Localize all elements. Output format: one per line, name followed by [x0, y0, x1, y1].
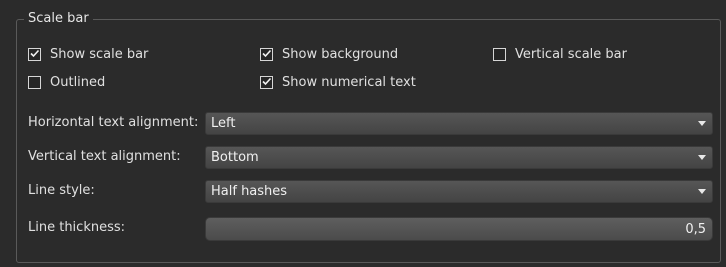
checkbox-box	[260, 75, 273, 89]
vertical-text-alignment-value: Bottom	[211, 150, 259, 165]
line-thickness-spinbox[interactable]: 0,5	[205, 217, 713, 241]
checkmark-icon	[262, 77, 272, 85]
checkmark-icon	[262, 49, 272, 57]
line-thickness-value: 0,5	[685, 222, 706, 237]
chevron-down-icon	[698, 155, 706, 160]
horizontal-text-alignment-dropdown[interactable]: Left	[205, 112, 713, 135]
vertical-text-alignment-label: Vertical text alignment:	[28, 149, 181, 164]
show-background-label: Show background	[282, 46, 399, 62]
checkbox-box	[28, 47, 41, 61]
vertical-text-alignment-dropdown[interactable]: Bottom	[205, 146, 713, 169]
line-style-dropdown[interactable]: Half hashes	[205, 180, 713, 203]
line-thickness-label: Line thickness:	[28, 220, 126, 235]
horizontal-text-alignment-label: Horizontal text alignment:	[28, 115, 199, 130]
show-numerical-text-checkbox[interactable]: Show numerical text	[260, 73, 416, 91]
vertical-scale-bar-checkbox[interactable]: Vertical scale bar	[493, 45, 627, 63]
checkbox-box	[493, 47, 506, 61]
checkbox-box	[260, 47, 273, 61]
chevron-down-icon	[698, 121, 706, 126]
outlined-checkbox[interactable]: Outlined	[28, 73, 105, 91]
show-numerical-text-label: Show numerical text	[282, 74, 416, 90]
group-title: Scale bar	[24, 10, 93, 28]
checkmark-icon	[30, 49, 40, 57]
outlined-label: Outlined	[50, 74, 106, 90]
show-background-checkbox[interactable]: Show background	[260, 45, 398, 63]
line-style-value: Half hashes	[211, 184, 288, 199]
chevron-down-icon	[698, 189, 706, 194]
show-scale-bar-checkbox[interactable]: Show scale bar	[28, 45, 148, 63]
vertical-scale-bar-label: Vertical scale bar	[515, 46, 627, 62]
checkbox-box	[28, 75, 41, 89]
horizontal-text-alignment-value: Left	[211, 116, 236, 131]
show-scale-bar-label: Show scale bar	[50, 46, 149, 62]
line-style-label: Line style:	[28, 183, 95, 198]
